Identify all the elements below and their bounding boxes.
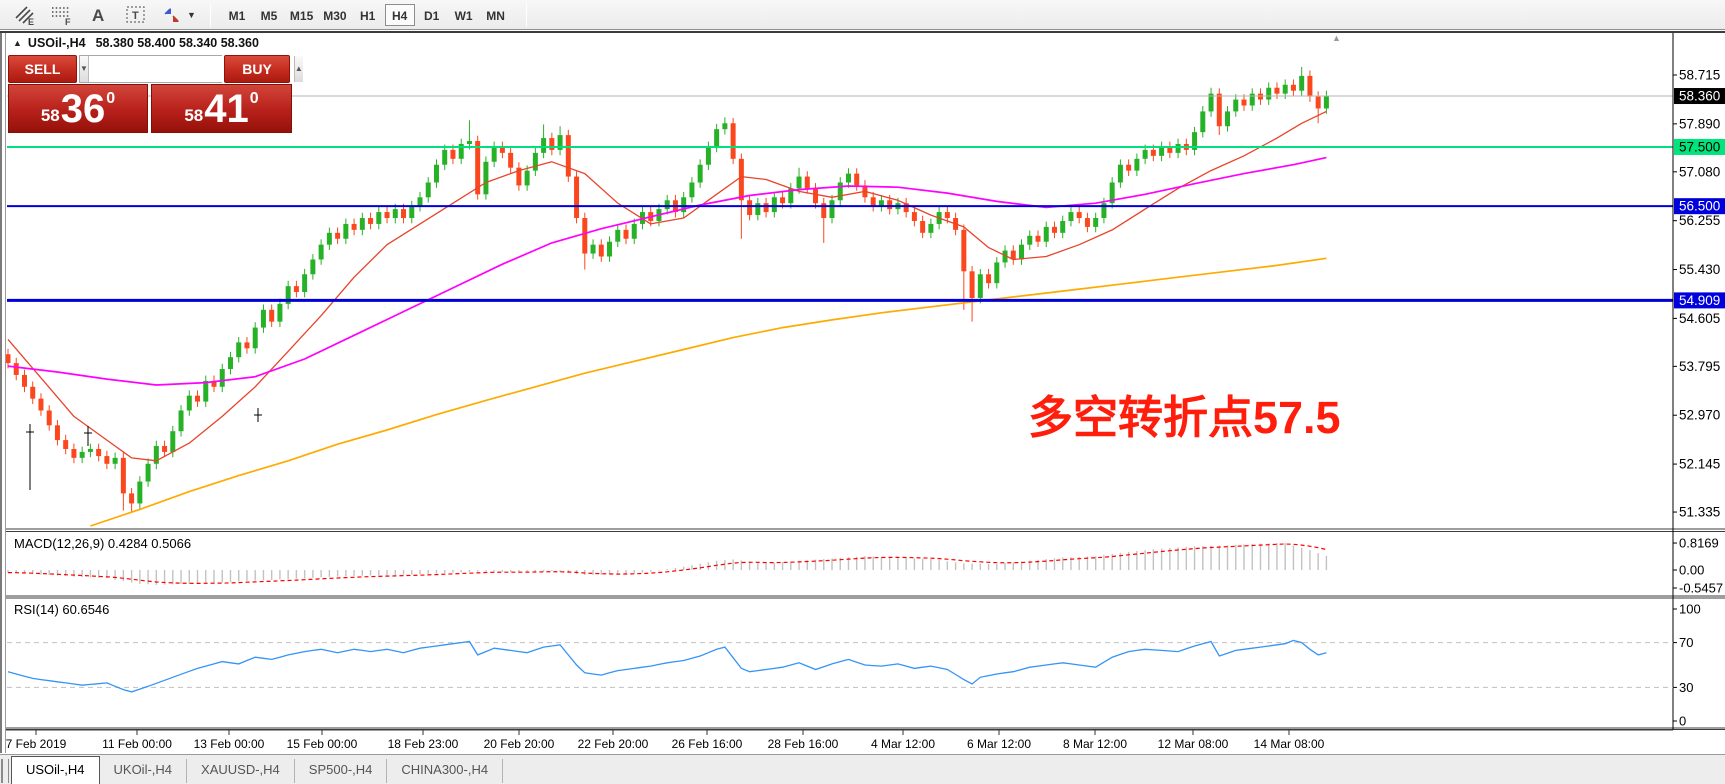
svg-text:18 Feb 23:00: 18 Feb 23:00: [388, 737, 459, 751]
svg-text:54.605: 54.605: [1679, 311, 1720, 326]
timeframe-button-d1[interactable]: D1: [417, 4, 447, 26]
mt4-window: E F A T ▼ M1M5M15M30H1H4D1W1MN 58.715 58.…: [0, 0, 1725, 784]
svg-text:52.970: 52.970: [1679, 408, 1720, 423]
timeframe-button-mn[interactable]: MN: [481, 4, 511, 26]
ask-price-big: 41: [204, 87, 249, 131]
svg-text:A: A: [92, 6, 104, 25]
svg-text:7 Feb 2019: 7 Feb 2019: [6, 737, 67, 751]
macd-label: MACD(12,26,9) 0.4284 0.5066: [14, 536, 191, 551]
svg-text:0.00: 0.00: [1679, 563, 1704, 578]
timeframe-button-m5[interactable]: M5: [254, 4, 284, 26]
fibonacci-tool-icon[interactable]: F: [50, 3, 74, 27]
svg-text:54.909: 54.909: [1679, 293, 1720, 308]
rsi-label: RSI(14) 60.6546: [14, 602, 109, 617]
svg-text:57.500: 57.500: [1679, 139, 1720, 154]
symbol-tab-sp500h4[interactable]: SP500-,H4: [295, 759, 388, 783]
chart-annotation-text: 多空转折点57.5: [1028, 394, 1341, 441]
svg-text:E: E: [28, 17, 34, 27]
symbol-tab-ukoilh4[interactable]: UKOil-,H4: [100, 759, 188, 783]
toolbar: E F A T ▼ M1M5M15M30H1H4D1W1MN: [0, 0, 1725, 30]
chart-ohlc-values: 58.380 58.400 58.340 58.360: [96, 36, 259, 50]
tabbar-grip[interactable]: [1, 759, 9, 783]
svg-text:6 Mar 12:00: 6 Mar 12:00: [967, 737, 1031, 751]
svg-text:F: F: [65, 17, 71, 27]
symbol-tab-china300h4[interactable]: CHINA300-,H4: [387, 759, 503, 783]
tabs-container: USOil-,H4UKOil-,H4XAUUSD-,H4SP500-,H4CHI…: [11, 756, 503, 784]
rsi-line: [8, 640, 1326, 692]
arrows-tool-icon[interactable]: [161, 3, 185, 27]
one-click-trade-panel: SELL ▼ ▲ BUY 58 36 0 58 41 0: [8, 55, 293, 135]
timeframe-group: M1M5M15M30H1H4D1W1MN: [221, 4, 512, 26]
svg-text:100: 100: [1679, 602, 1701, 617]
svg-text:22 Feb 20:00: 22 Feb 20:00: [578, 737, 649, 751]
svg-text:30: 30: [1679, 680, 1693, 695]
svg-text:51.335: 51.335: [1679, 505, 1720, 520]
svg-text:13 Feb 00:00: 13 Feb 00:00: [194, 737, 265, 751]
bid-price-prefix: 58: [41, 106, 60, 126]
bid-price-panel[interactable]: 58 36 0: [8, 84, 148, 133]
svg-text:0: 0: [1679, 714, 1686, 729]
volume-stepper: ▼ ▲: [79, 55, 222, 83]
ask-price-prefix: 58: [184, 106, 203, 126]
svg-text:20 Feb 20:00: 20 Feb 20:00: [484, 737, 555, 751]
volume-up-button[interactable]: ▲: [294, 56, 303, 82]
svg-text:15 Feb 00:00: 15 Feb 00:00: [287, 737, 358, 751]
sell-button[interactable]: SELL: [8, 55, 77, 83]
toolbar-separator-2: [526, 3, 527, 27]
svg-text:8 Mar 12:00: 8 Mar 12:00: [1063, 737, 1127, 751]
svg-text:58.715: 58.715: [1679, 68, 1720, 83]
svg-text:T: T: [132, 10, 139, 22]
svg-text:26 Feb 16:00: 26 Feb 16:00: [672, 737, 743, 751]
svg-text:53.795: 53.795: [1679, 359, 1720, 374]
bid-price-sup: 0: [106, 90, 115, 108]
ellipse-tool-icon[interactable]: E: [13, 3, 37, 27]
svg-text:70: 70: [1679, 635, 1693, 650]
toolbar-separator: [210, 3, 211, 27]
svg-text:52.145: 52.145: [1679, 457, 1720, 472]
dropdown-caret-icon[interactable]: ▼: [187, 10, 196, 20]
text-tool-icon[interactable]: T: [124, 3, 148, 27]
svg-text:55.430: 55.430: [1679, 262, 1720, 277]
timeframe-button-w1[interactable]: W1: [449, 4, 479, 26]
svg-text:11 Feb 00:00: 11 Feb 00:00: [102, 737, 172, 751]
ask-price-sup: 0: [250, 90, 259, 108]
chart-symbol-period: USOil-,H4: [28, 36, 86, 50]
svg-text:57.080: 57.080: [1679, 164, 1720, 179]
svg-text:4 Mar 12:00: 4 Mar 12:00: [871, 737, 935, 751]
ask-price-panel[interactable]: 58 41 0: [151, 84, 292, 133]
symbol-tabbar: USOil-,H4UKOil-,H4XAUUSD-,H4SP500-,H4CHI…: [0, 754, 1725, 784]
svg-text:-0.5457: -0.5457: [1679, 581, 1723, 596]
svg-text:12 Mar 08:00: 12 Mar 08:00: [1158, 737, 1229, 751]
timeframe-button-m15[interactable]: M15: [286, 4, 317, 26]
timeframe-button-h1[interactable]: H1: [353, 4, 383, 26]
bid-price-big: 36: [61, 87, 106, 131]
svg-text:0.8169: 0.8169: [1679, 536, 1719, 551]
timeframe-button-m30[interactable]: M30: [319, 4, 350, 26]
symbol-tab-usoilh4[interactable]: USOil-,H4: [11, 756, 100, 784]
chart-window-border: [0, 31, 1725, 33]
medium-ma-line: [8, 158, 1326, 385]
svg-text:57.890: 57.890: [1679, 116, 1720, 131]
svg-text:56.500: 56.500: [1679, 199, 1720, 214]
volume-down-button[interactable]: ▼: [80, 56, 89, 82]
symbol-tab-xauusdh4[interactable]: XAUUSD-,H4: [187, 759, 295, 783]
buy-button[interactable]: BUY: [224, 55, 290, 83]
collapse-chart-icon[interactable]: ▲: [13, 38, 22, 48]
window-grip[interactable]: [0, 33, 6, 753]
svg-text:28 Feb 16:00: 28 Feb 16:00: [768, 737, 839, 751]
timeframe-button-h4[interactable]: H4: [385, 4, 415, 26]
timeframe-button-m1[interactable]: M1: [222, 4, 252, 26]
chart-header: ▲ USOil-,H4 58.380 58.400 58.340 58.360: [13, 36, 259, 50]
svg-text:58.360: 58.360: [1679, 89, 1720, 104]
svg-text:56.255: 56.255: [1679, 213, 1720, 228]
svg-text:14 Mar 08:00: 14 Mar 08:00: [1254, 737, 1325, 751]
text-label-tool-icon[interactable]: A: [87, 3, 111, 27]
scroll-marker-icon[interactable]: ▲: [1332, 33, 1341, 43]
